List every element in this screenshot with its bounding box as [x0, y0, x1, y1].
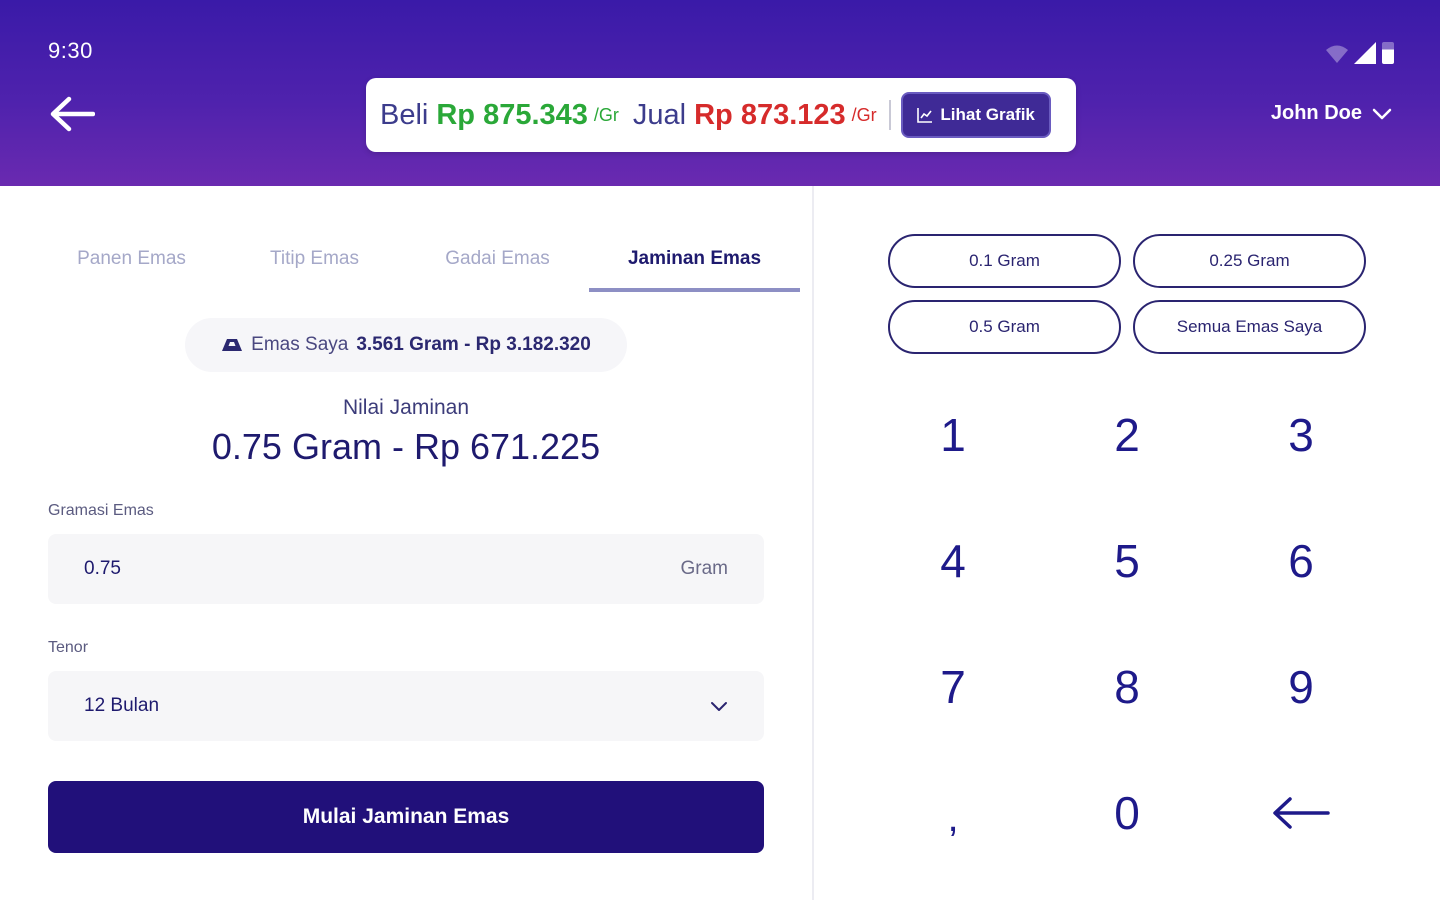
key-7[interactable]: 7 — [866, 624, 1040, 750]
key-comma[interactable]: , — [866, 750, 1040, 876]
view-chart-label: Lihat Grafik — [940, 105, 1035, 124]
signal-icon — [1354, 42, 1376, 64]
start-collateral-button[interactable]: Mulai Jaminan Emas — [48, 781, 764, 853]
backspace-key[interactable] — [1214, 750, 1388, 876]
sell-unit: /Gr — [851, 104, 877, 125]
user-name: John Doe — [1270, 102, 1362, 124]
tab-label: Panen Emas — [77, 248, 186, 269]
back-button[interactable] — [48, 92, 96, 136]
tab-jaminan-emas[interactable]: Jaminan Emas — [589, 226, 800, 292]
backspace-arrow-icon — [1273, 797, 1330, 829]
tab-label: Titip Emas — [269, 248, 360, 269]
product-tabs: Panen Emas Titip Emas Gadai Emas Jaminan… — [40, 226, 800, 292]
collateral-label: Nilai Jaminan — [342, 396, 470, 419]
chevron-down-icon — [1372, 108, 1392, 119]
gold-bar-icon — [222, 339, 243, 351]
gram-field-label: Gramasi Emas — [48, 502, 154, 519]
view-chart-button[interactable]: Lihat Grafik — [900, 92, 1051, 138]
my-gold-value: 3.561 Gram - Rp 3.182.320 — [356, 334, 591, 355]
keypad-panel: 0.1 Gram 0.25 Gram 0.5 Gram Semua Emas S… — [814, 186, 1440, 900]
tab-label: Jaminan Emas — [627, 248, 762, 269]
quick-amount-0-25-gram[interactable]: 0.25 Gram — [1133, 234, 1366, 288]
buy-label: Beli — [380, 98, 429, 131]
key-3[interactable]: 3 — [1214, 372, 1388, 498]
quick-amount-0-1-gram[interactable]: 0.1 Gram — [888, 234, 1121, 288]
gram-unit: Gram — [680, 558, 729, 579]
gram-input[interactable] — [84, 558, 284, 580]
my-gold-label: Emas Saya — [251, 334, 349, 355]
buy-unit: /Gr — [593, 104, 619, 125]
tenor-field-label: Tenor — [48, 639, 89, 656]
form-panel: Panen Emas Titip Emas Gadai Emas Jaminan… — [0, 186, 812, 900]
key-6[interactable]: 6 — [1214, 498, 1388, 624]
buy-price: Rp 875.343 — [436, 98, 588, 131]
key-8[interactable]: 8 — [1040, 624, 1214, 750]
key-4[interactable]: 4 — [866, 498, 1040, 624]
tenor-value: 12 Bulan — [84, 695, 160, 716]
status-time: 9:30 — [48, 38, 93, 63]
key-9[interactable]: 9 — [1214, 624, 1388, 750]
my-gold-badge: Emas Saya 3.561 Gram - Rp 3.182.320 — [185, 318, 627, 372]
key-2[interactable]: 2 — [1040, 372, 1214, 498]
battery-icon — [1382, 42, 1394, 64]
quick-amount-0-5-gram[interactable]: 0.5 Gram — [888, 300, 1121, 354]
numeric-keypad: 1 2 3 4 5 6 7 8 9 , 0 — [866, 372, 1388, 876]
key-5[interactable]: 5 — [1040, 498, 1214, 624]
chart-icon — [917, 108, 933, 123]
sell-label: Jual — [632, 98, 687, 131]
tab-gadai-emas[interactable]: Gadai Emas — [406, 226, 589, 292]
gram-field[interactable]: Gram — [48, 534, 764, 604]
tenor-select[interactable]: 12 Bulan — [48, 671, 764, 741]
quick-amount-all-gold[interactable]: Semua Emas Saya — [1133, 300, 1366, 354]
wifi-icon — [1326, 45, 1348, 63]
arrow-left-icon — [50, 96, 95, 132]
price-divider — [888, 100, 891, 130]
app-header: 9:30 Beli Rp 875.343 /Gr Jual Rp 873.123… — [0, 0, 1440, 186]
gold-price-card: Beli Rp 875.343 /Gr Jual Rp 873.123 /Gr … — [366, 78, 1076, 152]
quick-amount-grid: 0.1 Gram 0.25 Gram 0.5 Gram Semua Emas S… — [888, 234, 1366, 354]
tab-titip-emas[interactable]: Titip Emas — [223, 226, 406, 292]
sell-price: Rp 873.123 — [694, 98, 846, 131]
status-icons — [1326, 42, 1394, 64]
key-0[interactable]: 0 — [1040, 750, 1214, 876]
collateral-value: 0.75 Gram - Rp 671.225 — [211, 426, 601, 467]
user-menu[interactable]: John Doe — [1271, 102, 1392, 125]
key-1[interactable]: 1 — [866, 372, 1040, 498]
tab-panen-emas[interactable]: Panen Emas — [40, 226, 223, 292]
tab-label: Gadai Emas — [445, 248, 550, 269]
chevron-down-icon — [711, 701, 727, 711]
